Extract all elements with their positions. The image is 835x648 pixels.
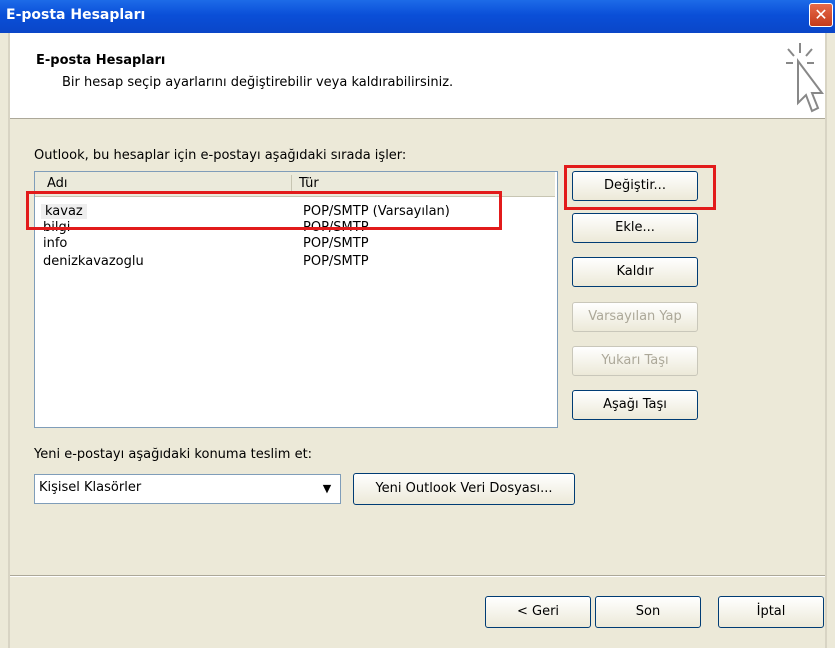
delivery-label: Yeni e-postayı aşağıdaki konuma teslim e… (34, 447, 313, 462)
add-button[interactable]: Ekle... (572, 213, 698, 243)
highlight-selected-account (26, 191, 502, 230)
account-name: denizkavazoglu (43, 254, 144, 269)
footer-divider (10, 575, 825, 577)
account-type: POP/SMTP (303, 236, 369, 251)
back-button[interactable]: < Geri (485, 596, 591, 628)
new-data-file-button[interactable]: Yeni Outlook Veri Dosyası... (353, 473, 575, 505)
window-title: E-posta Hesapları (6, 7, 146, 23)
dialog-header: E-posta Hesapları Bir hesap seçip ayarla… (10, 33, 825, 119)
list-item[interactable]: denizkavazoglu POP/SMTP (35, 253, 555, 271)
right-border (825, 33, 827, 648)
remove-button[interactable]: Kaldır (572, 257, 698, 287)
accounts-caption: Outlook, bu hesaplar için e-postayı aşağ… (34, 148, 407, 163)
header-subtitle: Bir hesap seçip ayarlarını değiştirebili… (62, 75, 454, 90)
set-default-button[interactable]: Varsayılan Yap (572, 302, 698, 332)
title-bar: E-posta Hesapları ✕ (0, 0, 835, 33)
header-title: E-posta Hesapları (36, 53, 166, 68)
chevron-down-icon[interactable]: ▼ (317, 478, 337, 500)
delivery-location-select[interactable]: Kişisel Klasörler ▼ (34, 474, 341, 504)
change-button[interactable]: Değiştir... (572, 171, 698, 201)
finish-button[interactable]: Son (595, 596, 701, 628)
close-button[interactable]: ✕ (809, 3, 833, 27)
account-type: POP/SMTP (303, 254, 369, 269)
email-accounts-dialog: E-posta Hesapları ✕ E-posta Hesapları Bi… (0, 0, 835, 648)
cancel-button[interactable]: İptal (718, 596, 824, 628)
list-item[interactable]: info POP/SMTP (35, 235, 555, 253)
column-header-name[interactable]: Adı (47, 176, 68, 191)
left-border (8, 33, 10, 648)
cursor-click-icon (786, 43, 824, 113)
column-header-type[interactable]: Tür (299, 176, 319, 191)
delivery-location-value: Kişisel Klasörler (39, 480, 142, 495)
account-name: info (43, 236, 68, 251)
move-up-button[interactable]: Yukarı Taşı (572, 346, 698, 376)
move-down-button[interactable]: Aşağı Taşı (572, 390, 698, 420)
